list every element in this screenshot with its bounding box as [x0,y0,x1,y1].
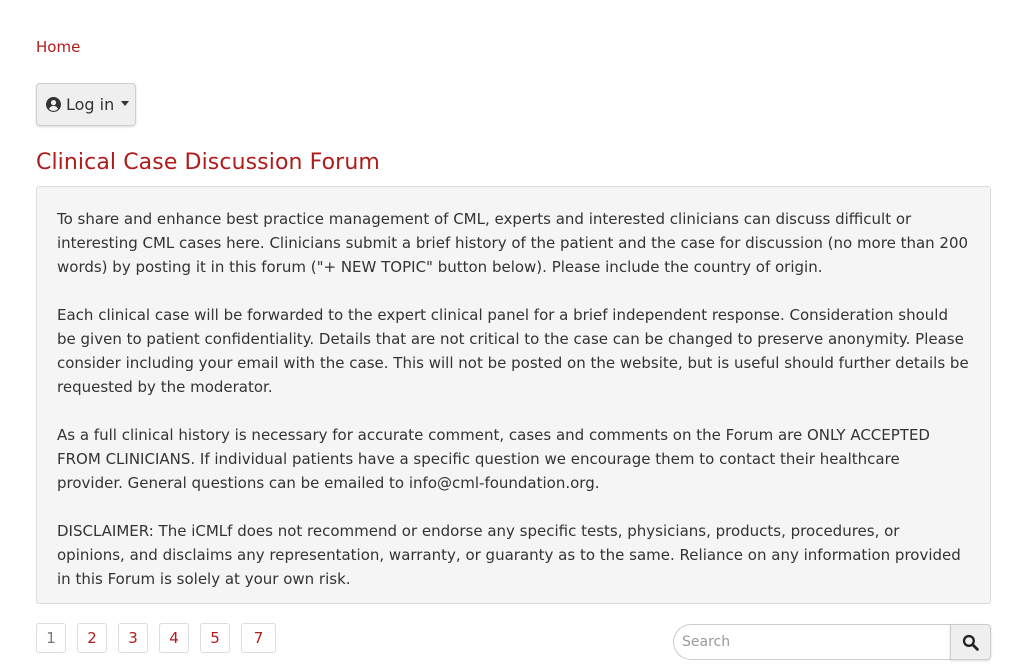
page-title: Clinical Case Discussion Forum [36,150,380,175]
user-circle-icon [46,97,61,112]
page-link-last[interactable]: 7 [241,623,276,653]
page-link[interactable]: 4 [159,623,189,653]
intro-paragraph: As a full clinical history is necessary … [57,426,930,492]
page-link-current: 1 [36,623,66,653]
intro-paragraph: To share and enhance best practice manag… [57,210,969,276]
forum-intro-box: To share and enhance best practice manag… [36,186,991,604]
breadcrumb-home-link[interactable]: Home [36,38,80,56]
forum-page: Home Log in Clinical Case Discussion For… [0,0,1028,670]
disclaimer-paragraph: DISCLAIMER: The iCMLf does not recommend… [57,522,961,588]
search-form [673,624,991,660]
page-link[interactable]: 5 [200,623,230,653]
login-label: Log in [66,95,115,114]
intro-paragraph: Each clinical case will be forwarded to … [57,306,969,396]
login-dropdown-button[interactable]: Log in [36,83,136,126]
page-link[interactable]: 3 [118,623,148,653]
page-link[interactable]: 2 [77,623,107,653]
caret-down-icon [121,101,130,106]
pagination: 1 2 3 4 5 7 [36,623,287,653]
search-input[interactable] [673,624,950,660]
search-button[interactable] [950,624,991,660]
search-icon [962,634,979,651]
